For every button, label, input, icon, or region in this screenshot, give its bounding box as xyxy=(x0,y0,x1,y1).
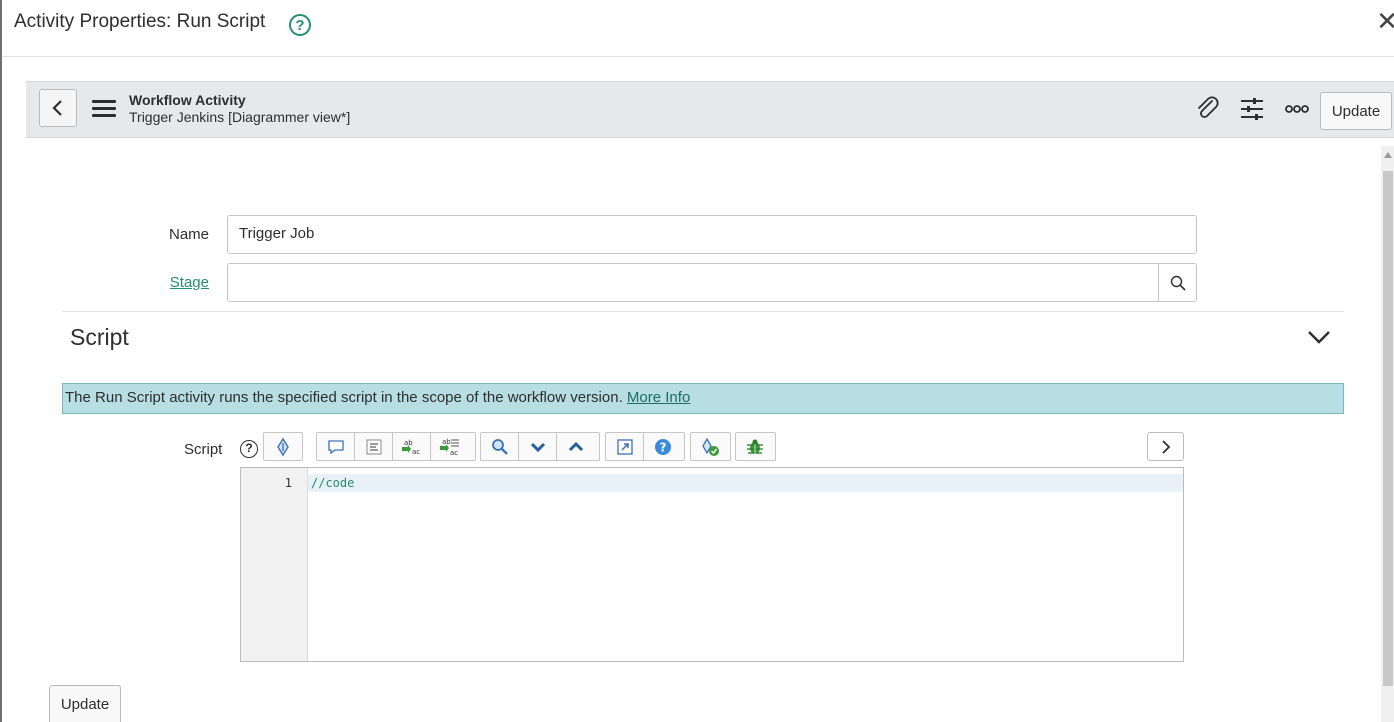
line-number-gutter: 1 xyxy=(241,468,308,661)
settings-sliders-icon[interactable] xyxy=(1239,96,1265,122)
back-button[interactable] xyxy=(39,89,77,127)
code-line[interactable]: //code xyxy=(311,476,354,490)
attachment-icon[interactable] xyxy=(1195,96,1221,122)
find-previous-icon[interactable] xyxy=(557,433,595,460)
scroll-thumb[interactable] xyxy=(1383,171,1393,686)
debug-icon[interactable] xyxy=(736,433,774,460)
update-button-bottom[interactable]: Update xyxy=(49,685,121,722)
name-label: Name xyxy=(168,226,209,243)
scrollbar[interactable] xyxy=(1381,146,1394,722)
script-validate-icon[interactable] xyxy=(691,433,729,460)
toolbar-group-4: ? xyxy=(605,432,685,461)
chevron-right-icon xyxy=(1162,440,1171,454)
svg-text:ac: ac xyxy=(450,449,458,457)
more-info-link[interactable]: More Info xyxy=(627,389,690,406)
chevron-down-icon[interactable] xyxy=(1307,329,1331,345)
format-code-icon[interactable] xyxy=(355,433,393,460)
context-menu-icon[interactable] xyxy=(92,100,116,118)
stage-label[interactable]: Stage xyxy=(150,274,209,291)
window-left-edge xyxy=(0,0,2,722)
update-button-top[interactable]: Update xyxy=(1320,92,1392,130)
toolbar-group-3 xyxy=(480,432,600,461)
stage-lookup-button[interactable] xyxy=(1158,263,1197,302)
svg-text:ab: ab xyxy=(442,438,451,446)
more-options-icon[interactable] xyxy=(1284,96,1310,122)
toggle-syntax-icon[interactable] xyxy=(264,433,302,460)
search-icon[interactable] xyxy=(481,433,519,460)
scroll-up-icon[interactable] xyxy=(1384,152,1392,158)
toolbar-group-2: ab ac ab ac xyxy=(316,432,476,461)
name-field[interactable]: Trigger Job xyxy=(227,215,1197,254)
help-icon[interactable]: ? xyxy=(289,14,311,36)
active-line-highlight xyxy=(308,474,1183,492)
fullscreen-icon[interactable] xyxy=(606,433,644,460)
expand-toolbar-button[interactable] xyxy=(1147,432,1184,461)
toolbar-group-1 xyxy=(263,432,303,461)
info-message: The Run Script activity runs the specifi… xyxy=(62,383,1344,414)
search-icon xyxy=(1170,275,1186,291)
form-header: Workflow Activity Trigger Jenkins [Diagr… xyxy=(26,81,1394,138)
comment-icon[interactable] xyxy=(317,433,355,460)
toolbar-group-6 xyxy=(735,432,776,461)
stage-link[interactable]: Stage xyxy=(170,274,209,291)
toolbar-group-5 xyxy=(690,432,731,461)
svg-text:ac: ac xyxy=(412,448,420,456)
record-type: Workflow Activity xyxy=(129,92,246,108)
script-help-icon[interactable]: ? xyxy=(240,440,258,458)
find-next-icon[interactable] xyxy=(519,433,557,460)
svg-text:ab: ab xyxy=(404,439,413,447)
script-label: Script xyxy=(184,441,223,458)
record-name: Trigger Jenkins [Diagrammer view*] xyxy=(129,109,351,125)
replace-icon[interactable]: ab ac xyxy=(393,433,431,460)
line-number: 1 xyxy=(284,476,292,490)
section-divider xyxy=(62,311,1344,312)
info-text: The Run Script activity runs the specifi… xyxy=(65,389,623,406)
help-icon[interactable]: ? xyxy=(644,433,682,460)
chevron-left-icon xyxy=(52,100,62,116)
replace-all-icon[interactable]: ab ac xyxy=(431,433,469,460)
svg-text:?: ? xyxy=(660,440,667,454)
script-editor[interactable]: 1 //code xyxy=(240,467,1184,662)
section-title: Script xyxy=(70,324,129,350)
dialog-header: Activity Properties: Run Script ? ✕ xyxy=(2,0,1394,57)
close-icon[interactable]: ✕ xyxy=(1376,6,1394,37)
dialog-title: Activity Properties: Run Script xyxy=(14,11,266,32)
stage-field[interactable] xyxy=(227,263,1159,302)
